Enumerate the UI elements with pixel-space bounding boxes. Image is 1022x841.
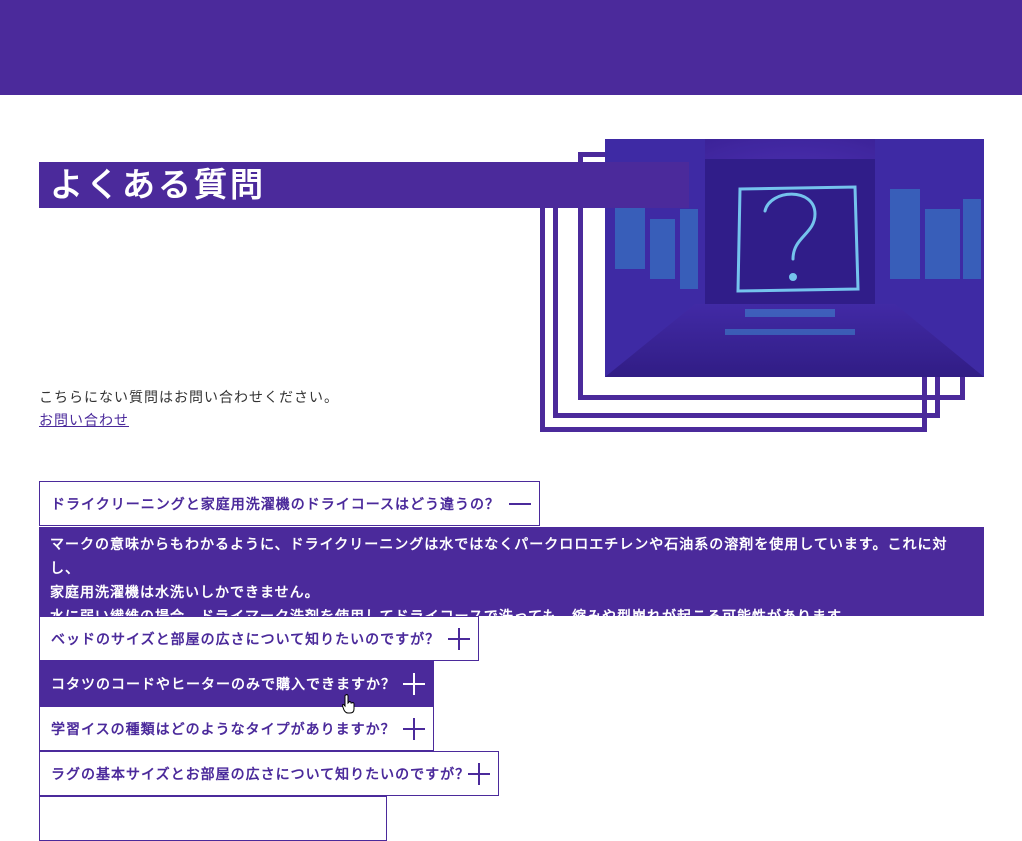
plus-icon: [403, 718, 425, 740]
plus-icon: [468, 763, 490, 785]
faq-question-text: 学習イスの種類はどのようなタイプがありますか？: [51, 721, 396, 738]
faq-question[interactable]: [39, 796, 387, 841]
hand-cursor-icon: [342, 694, 355, 714]
faq-question-text: ドライクリーニングと家庭用洗濯機のドライコースはどう違うの？: [51, 496, 501, 513]
faq-question[interactable]: ラグの基本サイズとお部屋の広さについて知りたいのですが？: [39, 751, 499, 796]
faq-answer: マークの意味からもわかるように、ドライクリーニングは水ではなくパークロロエチレン…: [39, 527, 984, 625]
page-title: よくある質問: [50, 165, 266, 204]
plus-icon: [448, 628, 470, 650]
header-bar: [0, 0, 1022, 95]
faq-question-text: ラグの基本サイズとお部屋の広さについて知りたいのですが？: [51, 766, 471, 783]
faq-question[interactable]: ベッドのサイズと部屋の広さについて知りたいのですが？: [39, 616, 479, 661]
minus-icon: [509, 493, 531, 515]
faq-answer-line: マークの意味からもわかるように、ドライクリーニングは水ではなくパークロロエチレン…: [50, 537, 948, 577]
contact-link[interactable]: お問い合わせ: [39, 410, 129, 430]
plus-icon: [403, 673, 425, 695]
faq-question[interactable]: コタツのコードやヒーターのみで購入できますか？: [39, 661, 434, 706]
faq-question-text: ベッドのサイズと部屋の広さについて知りたいのですが？: [51, 631, 441, 648]
faq-question-text: コタツのコードやヒーターのみで購入できますか？: [51, 676, 396, 693]
faq-question[interactable]: 学習イスの種類はどのようなタイプがありますか？: [39, 706, 434, 751]
faq-answer-line: 家庭用洗濯機は水洗いしかできません。: [50, 585, 320, 601]
intro-text: こちらにない質問はお問い合わせください。: [39, 390, 339, 406]
faq-question[interactable]: ドライクリーニングと家庭用洗濯機のドライコースはどう違うの？: [39, 481, 540, 526]
